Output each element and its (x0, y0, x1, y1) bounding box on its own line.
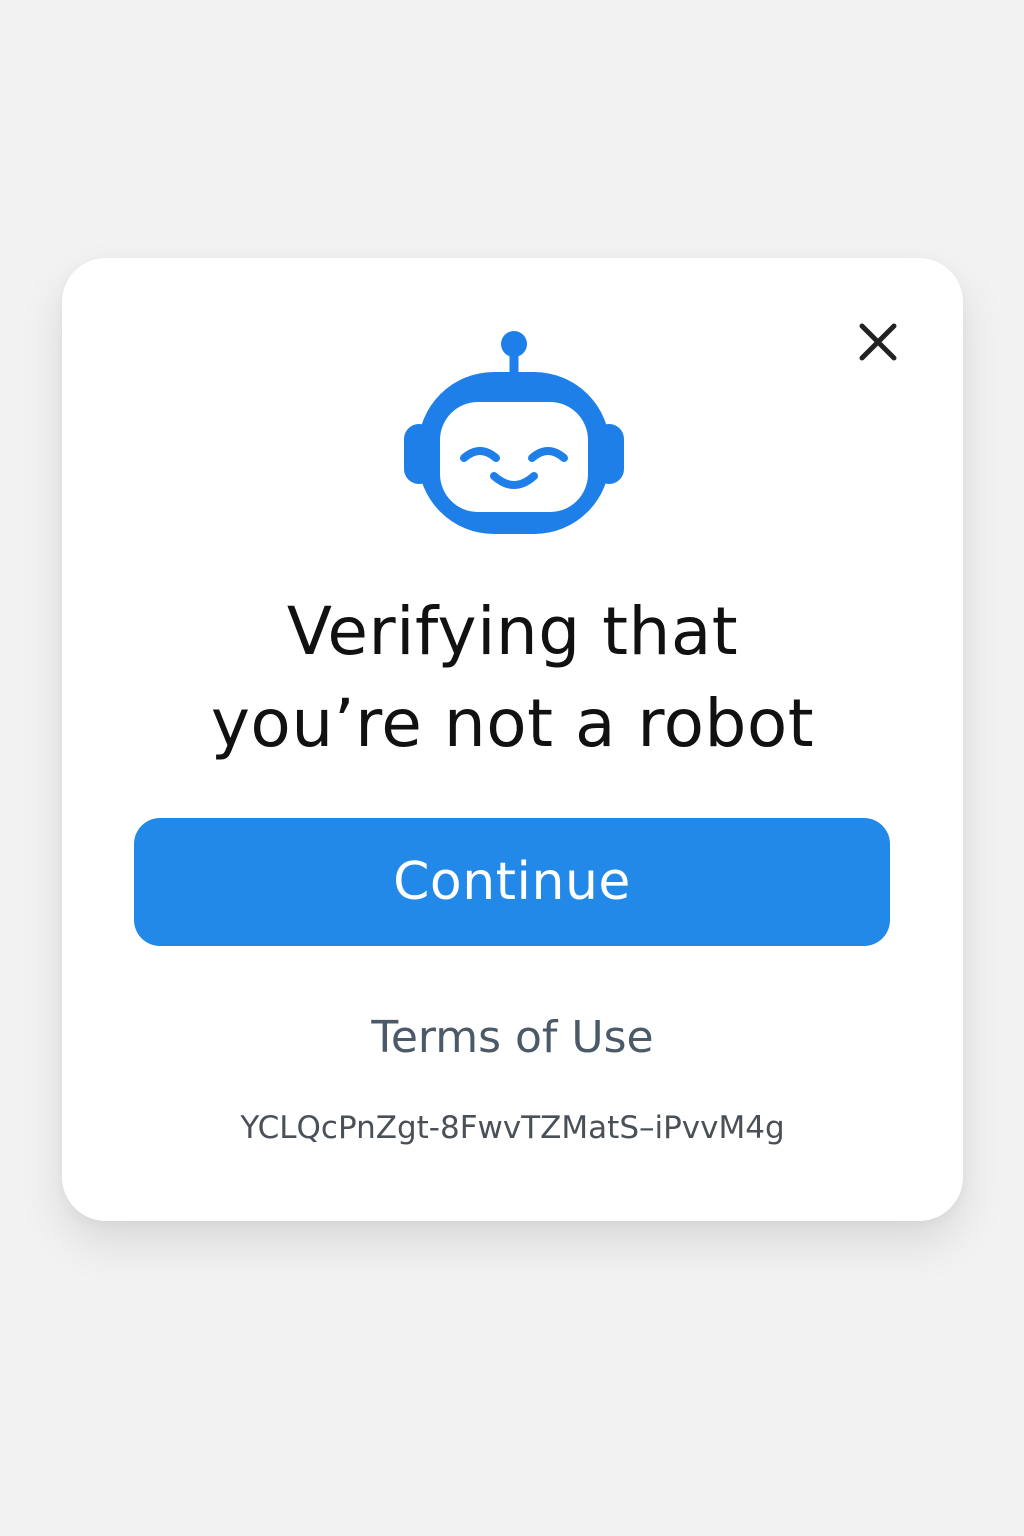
title-line-2: you’re not a robot (210, 685, 815, 762)
close-icon (859, 323, 897, 361)
robot-icon (402, 328, 626, 540)
continue-button[interactable]: Continue (134, 818, 890, 946)
verification-code: YCLQcPnZgt-8FwvTZMatS–iPvvM4g (240, 1110, 785, 1146)
dialog-title: Verifying that you’re not a robot (102, 586, 923, 770)
verification-dialog: Verifying that you’re not a robot Contin… (62, 258, 963, 1221)
terms-of-use-link[interactable]: Terms of Use (62, 1008, 963, 1068)
title-line-1: Verifying that (286, 593, 739, 670)
close-button[interactable] (850, 314, 906, 370)
